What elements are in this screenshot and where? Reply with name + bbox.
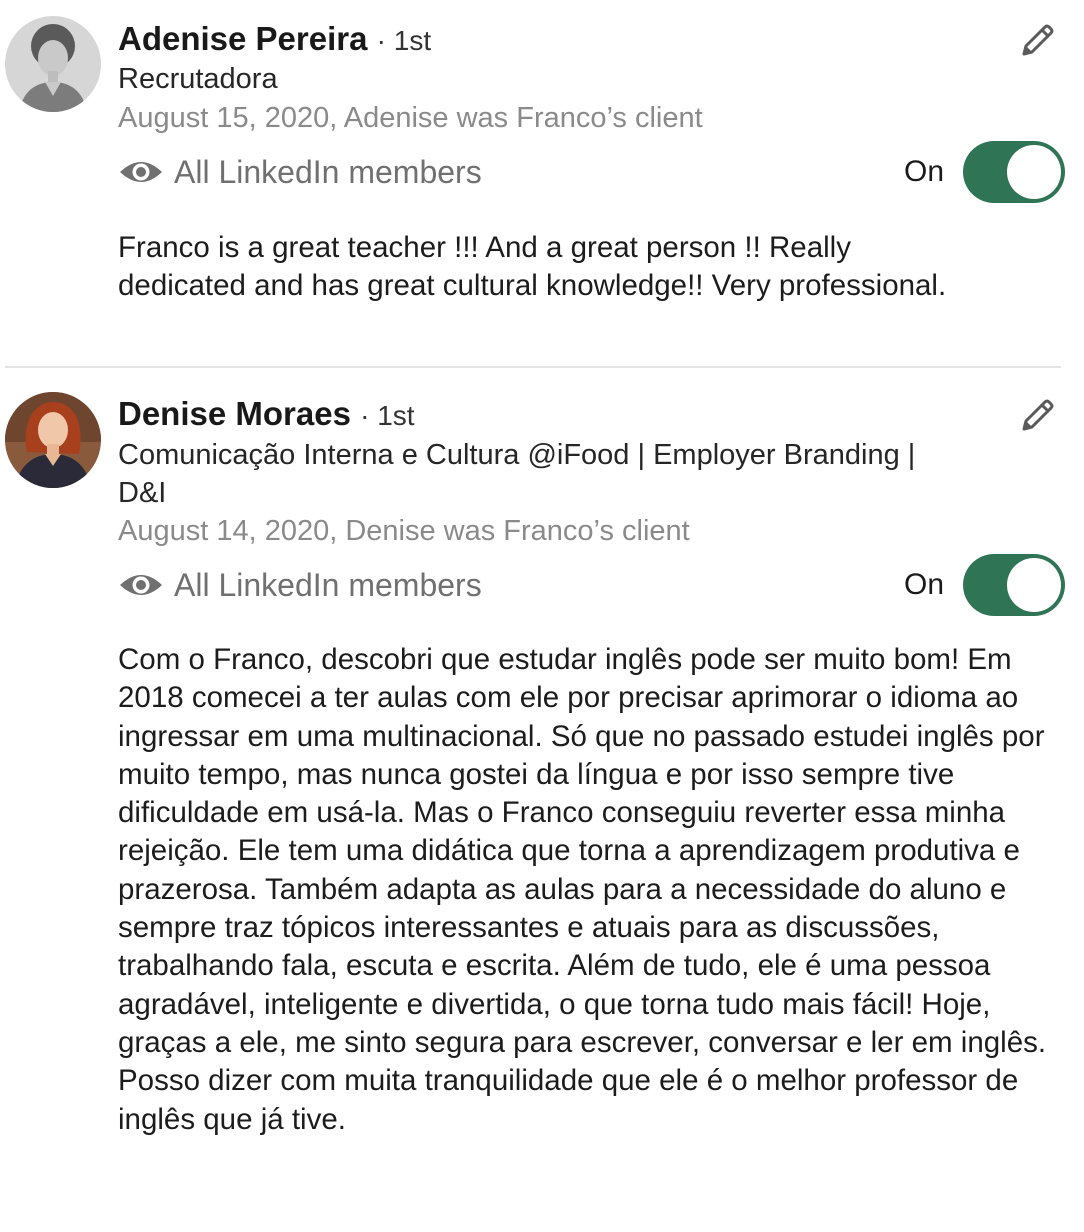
avatar-photo (5, 392, 101, 488)
name-line: Adenise Pereira · 1st (118, 19, 431, 61)
toggle-knob (1007, 558, 1061, 612)
connection-degree: · 1st (360, 400, 415, 431)
name-line: Denise Moraes · 1st (118, 394, 415, 436)
recommendation-card: Adenise Pereira · 1st Recrutadora August… (0, 0, 1084, 366)
eye-icon (120, 575, 162, 595)
eye-icon (120, 162, 162, 182)
recommendation-card: Denise Moraes · 1st Comunicação Interna … (0, 368, 1084, 1232)
recommendation-meta: August 15, 2020, Adenise was Franco’s cl… (118, 102, 703, 134)
recommendation-text: Com o Franco, descobri que estudar inglê… (118, 643, 1047, 1136)
recommender-name[interactable]: Adenise Pereira (118, 20, 367, 57)
pencil-icon (1022, 399, 1054, 431)
show-on-profile-toggle[interactable] (963, 141, 1065, 203)
toggle-label: On (904, 568, 945, 601)
visibility-label: All LinkedIn members (174, 153, 482, 190)
visibility-setting[interactable]: All LinkedIn members (118, 150, 482, 194)
recommender-name[interactable]: Denise Moraes (118, 395, 351, 432)
show-on-profile-toggle[interactable] (963, 554, 1065, 616)
recommendation-meta: August 14, 2020, Denise was Franco’s cli… (118, 515, 690, 547)
avatar[interactable] (5, 392, 101, 488)
connection-degree: · 1st (376, 25, 432, 56)
recommendation-text: Franco is a great teacher !!! And a grea… (118, 231, 947, 303)
visibility-label: All LinkedIn members (174, 566, 482, 603)
pencil-icon (1022, 24, 1054, 56)
edit-button[interactable] (1016, 395, 1058, 437)
toggle-label: On (904, 155, 945, 188)
visibility-setting[interactable]: All LinkedIn members (118, 563, 482, 607)
recommender-headline: Comunicação Interna e Cultura @iFood | E… (118, 439, 916, 509)
avatar-photo (5, 16, 101, 112)
toggle-knob (1007, 145, 1061, 199)
recommender-headline: Recrutadora (118, 63, 278, 95)
edit-button[interactable] (1016, 20, 1058, 62)
avatar[interactable] (5, 16, 101, 112)
